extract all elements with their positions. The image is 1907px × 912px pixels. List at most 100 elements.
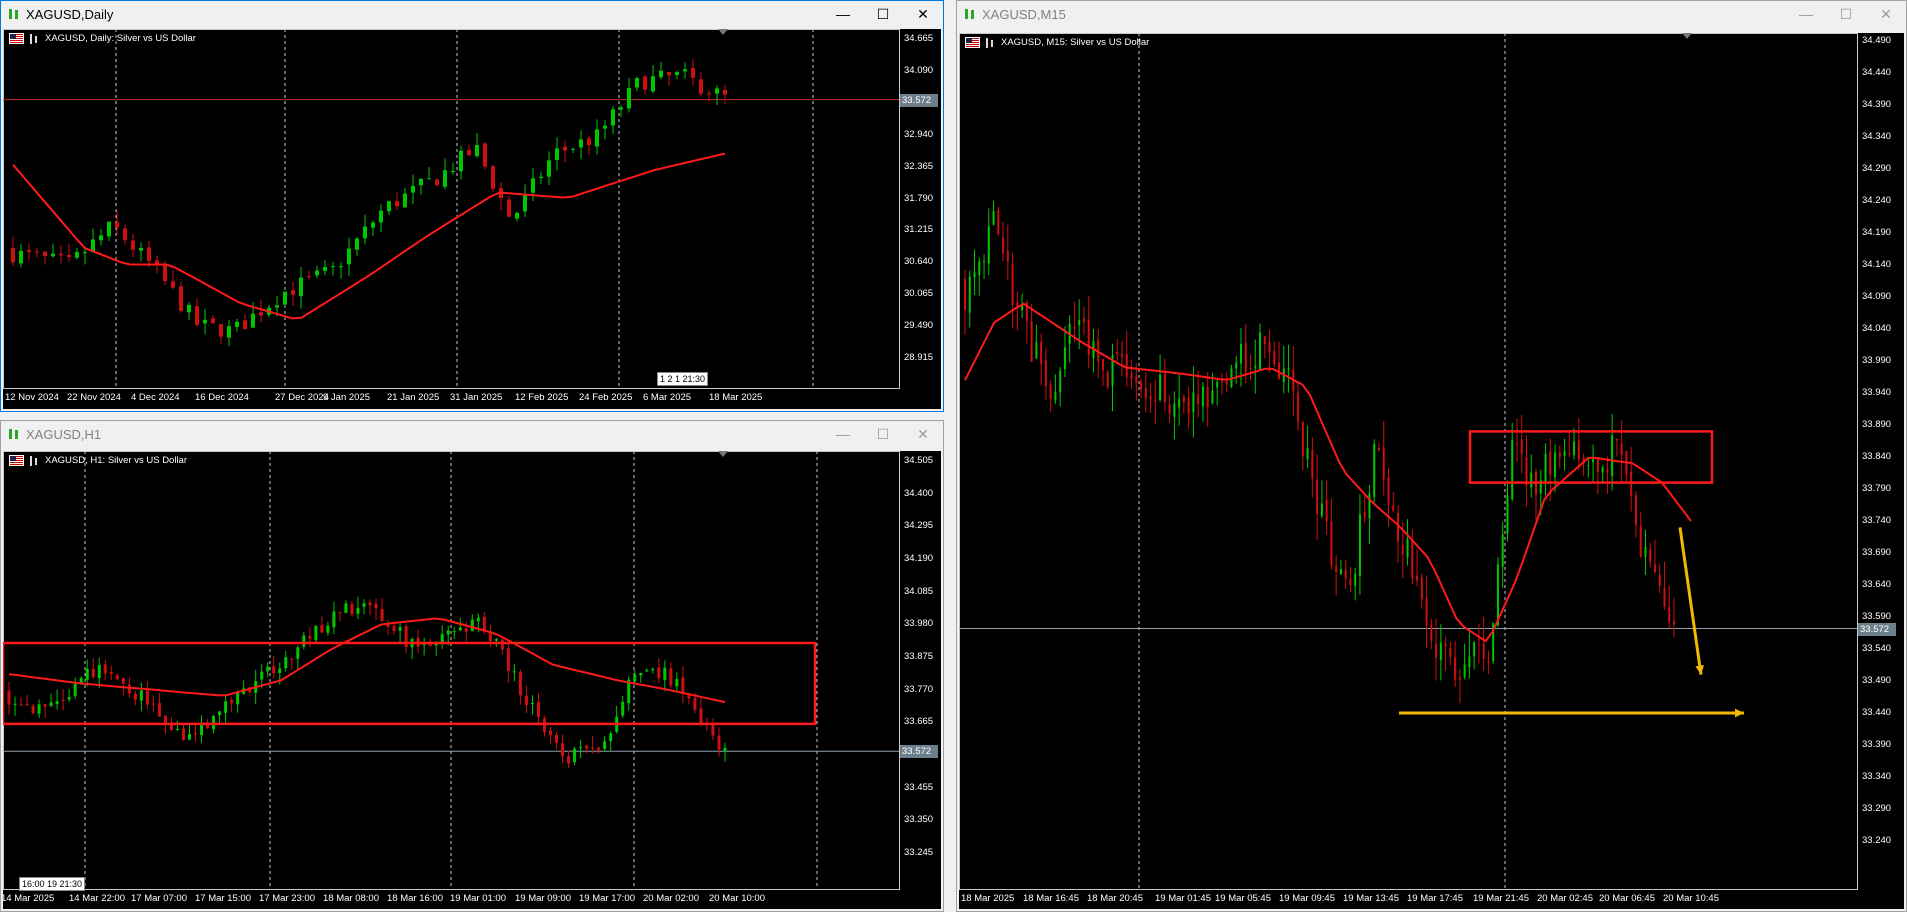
price-axis-tick: 33.440 [1862, 707, 1892, 718]
maximize-button[interactable]: ☐ [1826, 1, 1866, 27]
candle-body [518, 671, 522, 696]
price-axis-tick: 33.640 [1862, 579, 1892, 590]
crosshair-time-label: 1 2 1 21:30 [657, 372, 709, 386]
candle-body [284, 657, 288, 669]
candle-body [523, 194, 527, 212]
daily-chart-window[interactable]: XAGUSD,Daily — ☐ ✕ XAGUSD, Daily: Silver… [0, 0, 944, 412]
price-axis-tick: 33.840 [1862, 451, 1892, 462]
candle-body [717, 735, 721, 750]
price-axis[interactable]: 34.66534.09033.51532.94032.36531.79031.2… [900, 29, 941, 409]
chart-window-icon [963, 7, 977, 21]
price-axis-tick: 34.440 [1862, 67, 1892, 78]
price-axis-tick: 34.190 [904, 553, 934, 564]
candle-body [387, 201, 391, 212]
candle-body [1387, 476, 1390, 504]
price-axis-tick: 33.245 [904, 847, 934, 858]
time-axis[interactable]: 12 Nov 2024 22 Nov 2024 4 Dec 2024 16 Dec 2… [3, 389, 899, 409]
candle-body [1335, 566, 1338, 572]
time-axis[interactable]: 18 Mar 2025 18 Mar 16:45 18 Mar 20:45 19 Ma… [959, 890, 1857, 909]
time-axis-tick: 22 Nov 2024 [67, 392, 121, 403]
window-title: XAGUSD,H1 [26, 426, 102, 442]
candle-body [1458, 676, 1461, 680]
minimize-button[interactable]: — [823, 421, 863, 447]
time-axis-tick: 16 Dec 2024 [195, 392, 249, 403]
candle-body [1182, 396, 1185, 403]
candle-body [1673, 621, 1675, 625]
h1-price-chart[interactable]: XAGUSD, H1: Silver vs US Dollar 34.505 34… [3, 451, 941, 909]
chart-shift-marker[interactable] [718, 29, 728, 35]
candle-body [123, 228, 127, 241]
chart-window-icon [7, 427, 21, 441]
candle-body [67, 254, 71, 258]
candle-body [603, 125, 607, 129]
time-axis-tick: 18 Mar 16:45 [1023, 893, 1079, 904]
current-price-label: 33.572 [900, 93, 938, 107]
candle-body [675, 678, 679, 687]
candle-body [611, 109, 615, 126]
price-axis[interactable]: 34.505 34.400 34.295 34.190 34.085 33.980 33.8… [900, 451, 941, 909]
h1-titlebar[interactable]: XAGUSD,H1 — ☐ ✕ [1, 421, 943, 447]
candle-body [224, 701, 228, 713]
candle-body [145, 690, 149, 705]
time-axis-tick: 20 Mar 06:45 [1599, 893, 1655, 904]
price-axis-tick: 33.350 [904, 814, 934, 826]
candle-body [1525, 456, 1528, 486]
candle-body [219, 324, 223, 337]
candle-body [179, 286, 183, 311]
m15-price-chart[interactable]: XAGUSD, M15: Silver vs US Dollar 34.490 3… [959, 33, 1904, 909]
daily-price-chart[interactable]: XAGUSD, Daily: Silver vs US Dollar 34.66… [3, 29, 941, 409]
candle-body [1363, 512, 1366, 518]
candle-body [1201, 386, 1204, 407]
candle-body [1263, 336, 1266, 345]
window-title: XAGUSD,Daily [26, 6, 114, 22]
m15-titlebar[interactable]: XAGUSD,M15 — ☐ ✕ [957, 1, 1906, 27]
candle-body [639, 672, 643, 676]
candle-body [579, 746, 583, 748]
candle-body [1520, 439, 1523, 454]
time-axis-tick: 31 Jan 2025 [450, 392, 503, 403]
h1-chart-window[interactable]: XAGUSD,H1 — ☐ ✕ XAGUSD, H1: Silver vs US… [0, 420, 944, 912]
price-axis-tick: 33.940 [1862, 387, 1892, 398]
time-axis-tick: 18 Mar 16:00 [387, 893, 443, 904]
candle-body [1059, 370, 1062, 393]
candle-body [139, 690, 143, 701]
close-button[interactable]: ✕ [903, 421, 943, 447]
minimize-button[interactable]: — [823, 1, 863, 27]
plot-frame [959, 33, 1858, 890]
candle-body [1173, 403, 1176, 417]
price-axis[interactable]: 34.490 34.440 34.390 34.340 34.290 34.240 34.1… [1858, 33, 1904, 909]
price-axis-tick: 33.990 [1862, 355, 1892, 366]
price-axis-tick: 33.240 [1862, 835, 1892, 846]
candle-body [195, 306, 199, 325]
m15-chart-window[interactable]: XAGUSD,M15 — ☐ ✕ XAGUSD, M15: Silver vs … [956, 0, 1907, 912]
candle-body [435, 179, 439, 186]
candle-body [147, 247, 151, 262]
candle-body [1044, 360, 1047, 386]
chart-shift-marker[interactable] [1682, 33, 1692, 39]
candle-body [374, 603, 378, 609]
candle-body [1273, 350, 1276, 365]
candle-body [1573, 441, 1576, 456]
arrow-head [1734, 708, 1744, 718]
daily-titlebar[interactable]: XAGUSD,Daily — ☐ ✕ [1, 1, 943, 27]
chart-shift-marker[interactable] [718, 451, 728, 457]
candle-body [203, 319, 207, 324]
minimize-button[interactable]: — [1786, 1, 1826, 27]
price-axis-tick: 31.215 [904, 224, 934, 236]
time-axis[interactable]: 14 Mar 2025 14 Mar 22:00 17 Mar 07:00 17 Ma… [3, 890, 899, 909]
candle-body [1501, 534, 1504, 567]
candle-body [579, 139, 583, 148]
candle-body [403, 193, 407, 208]
price-axis-tick: 33.540 [1862, 643, 1892, 654]
candle-body [515, 212, 519, 219]
close-button[interactable]: ✕ [1866, 1, 1906, 27]
candle-body [1330, 521, 1333, 566]
price-axis-tick: 34.240 [1862, 195, 1892, 206]
candle-body [1349, 578, 1352, 586]
candle-body [1011, 264, 1014, 306]
maximize-button[interactable]: ☐ [863, 421, 903, 447]
maximize-button[interactable]: ☐ [863, 1, 903, 27]
candle-body [181, 728, 185, 741]
close-button[interactable]: ✕ [903, 1, 943, 27]
price-axis-tick: 34.190 [1862, 227, 1892, 238]
